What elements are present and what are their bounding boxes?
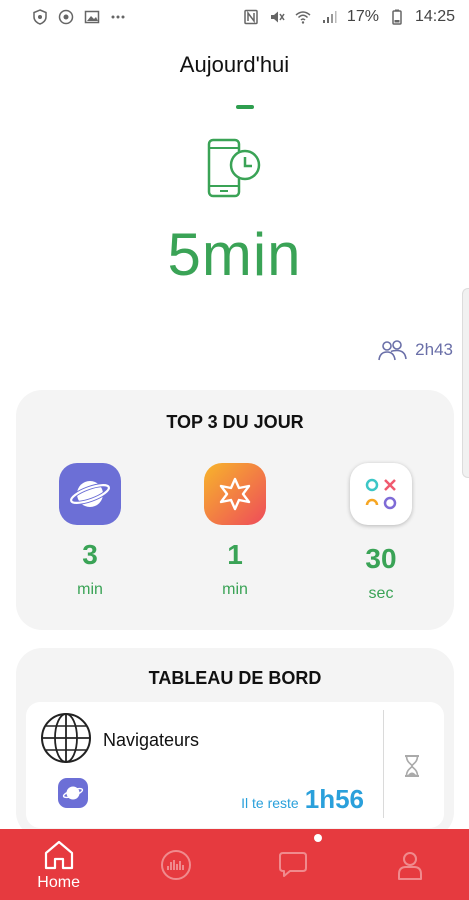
top3-app-1-value: 3 <box>82 539 98 570</box>
notification-dot <box>314 834 322 842</box>
dashboard-title: TABLEAU DE BORD <box>148 668 322 688</box>
dashboard-card: TABLEAU DE BORD Navigateurs Il te reste … <box>16 648 454 838</box>
top3-app-2[interactable]: 1 min <box>185 463 285 599</box>
signal-icon <box>321 9 337 25</box>
nav-home[interactable]: Home <box>0 829 117 900</box>
top3-card: TOP 3 DU JOUR 3 min 1 min 30 sec <box>16 390 454 630</box>
nfc-icon <box>243 9 259 25</box>
category-name: Navigateurs <box>103 730 200 750</box>
stats-icon <box>160 849 191 880</box>
samsung-internet-small-icon <box>58 778 88 808</box>
family-icon <box>378 340 407 361</box>
wifi-icon <box>295 9 311 25</box>
top3-app-1-unit: min <box>77 581 103 598</box>
game-launcher-icon <box>350 463 412 525</box>
remaining-time: Il te reste 1h56 <box>241 784 364 815</box>
top3-app-2-value: 1 <box>227 539 243 570</box>
top3-app-3-unit: sec <box>368 585 394 602</box>
nav-home-label: Home <box>37 873 80 891</box>
top3-app-3[interactable]: 30 sec <box>331 463 431 603</box>
nav-chat[interactable] <box>235 829 352 900</box>
mute-icon <box>269 9 285 25</box>
status-bar: 17% 14:25 <box>0 0 469 34</box>
top3-app-1[interactable]: 3 min <box>40 463 140 599</box>
top3-app-2-unit: min <box>222 581 248 598</box>
nav-stats[interactable] <box>117 829 234 900</box>
battery-icon <box>389 9 405 25</box>
top3-app-3-value: 30 <box>365 543 397 574</box>
bottom-navigation: Home <box>0 829 469 900</box>
samsung-internet-icon <box>59 463 121 525</box>
more-dots-icon <box>110 9 126 25</box>
nav-profile[interactable] <box>352 829 469 900</box>
family-time[interactable]: 2h43 <box>377 338 453 362</box>
phone-clock-icon <box>207 138 261 198</box>
remaining-value: 1h56 <box>304 784 364 814</box>
status-right-icons: 17% 14:25 <box>243 8 455 26</box>
family-time-value: 2h43 <box>415 340 453 359</box>
hourglass-icon[interactable] <box>402 754 422 778</box>
vpn-icon <box>58 9 74 25</box>
top3-title: TOP 3 DU JOUR <box>166 412 304 432</box>
dashboard-category-row[interactable]: Navigateurs Il te reste 1h56 <box>26 702 444 828</box>
home-icon <box>44 840 73 869</box>
page-title: Aujourd'hui <box>179 52 290 77</box>
globe-icon <box>41 713 91 763</box>
image-icon <box>84 9 100 25</box>
total-screen-time: 5min <box>167 221 302 288</box>
edge-panel-handle[interactable] <box>462 288 469 478</box>
shield-icon <box>32 9 48 25</box>
row-divider <box>383 710 384 818</box>
remaining-label: Il te reste <box>241 795 299 811</box>
title-underline <box>236 105 254 109</box>
status-time: 14:25 <box>414 8 455 25</box>
status-left-icons <box>32 9 126 25</box>
profile-icon <box>398 851 423 880</box>
galaxy-store-icon <box>204 463 266 525</box>
battery-percentage: 17% <box>346 8 379 25</box>
chat-icon <box>279 851 308 877</box>
